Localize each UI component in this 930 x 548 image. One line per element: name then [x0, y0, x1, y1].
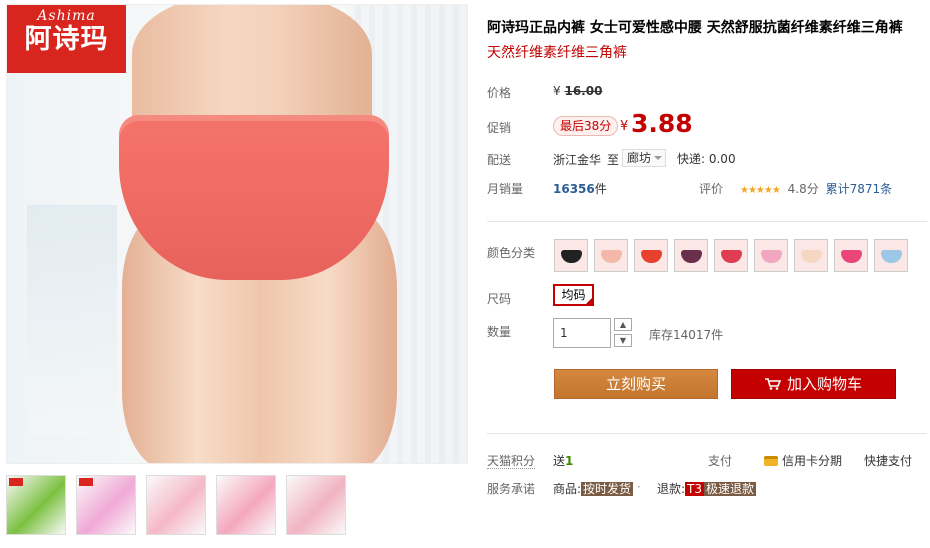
quantity-input[interactable] — [553, 318, 611, 348]
swatch-panty-icon — [801, 250, 822, 263]
quantity-increase-button[interactable]: ▲ — [614, 318, 632, 331]
main-product-image[interactable]: Ashima 阿诗玛 — [6, 4, 468, 464]
chevron-down-icon — [654, 156, 662, 164]
brand-logo: Ashima 阿诗玛 — [7, 5, 126, 73]
rating-stars-icon: ★★★★★ — [740, 185, 781, 196]
swatch-panty-icon — [561, 250, 582, 263]
city-dropdown[interactable]: 廊坊 — [622, 149, 666, 167]
original-price-value: 16.00 — [564, 84, 603, 98]
credit-installment[interactable]: 信用卡分期 — [764, 452, 842, 469]
fast-payment[interactable]: 快捷支付 — [864, 452, 912, 469]
thumbnail-3[interactable] — [146, 475, 206, 535]
buy-now-button[interactable]: 立刻购买 — [554, 369, 718, 399]
service-refund-label: 退款: — [657, 482, 686, 496]
add-to-cart-button[interactable]: 加入购物车 — [731, 369, 896, 399]
points-label-text: 天猫积分 — [487, 454, 536, 469]
swatch-panty-icon — [681, 250, 702, 263]
product-subtitle: 天然纤维素纤维三角裤 — [487, 45, 627, 61]
payment-label: 支付 — [708, 454, 733, 468]
cart-icon — [764, 378, 781, 390]
rating-summary: ★★★★★ 4.8分 累计7871条 — [740, 180, 892, 197]
service-refund-tag[interactable]: 极速退款 — [704, 482, 757, 496]
size-option-selected[interactable]: 均码 — [553, 284, 594, 306]
swatch-panty-icon — [881, 250, 902, 263]
review-count-link[interactable]: 累计7871条 — [826, 182, 893, 196]
stock-count: 库存14017件 — [649, 328, 724, 342]
points-amount: 1 — [565, 454, 574, 468]
color-swatch-1[interactable] — [554, 239, 588, 272]
swatch-panty-icon — [721, 250, 742, 263]
thumbnail-strip — [6, 475, 346, 535]
color-swatch-5[interactable] — [714, 239, 748, 272]
quantity-label: 数量 — [487, 325, 512, 339]
promo-label: 促销 — [487, 121, 512, 135]
service-refund: 退款: T3 极速退款 — [657, 480, 757, 497]
section-divider — [487, 221, 927, 222]
service-goods-tag[interactable]: 按时发货 — [581, 482, 634, 496]
promo-price: 3.88 — [631, 109, 693, 138]
monthly-sales-count: 16356 — [553, 182, 595, 196]
swatch-panty-icon — [641, 250, 662, 263]
color-swatch-9[interactable] — [874, 239, 908, 272]
brand-logo-cn: 阿诗玛 — [24, 24, 109, 55]
color-swatch-3[interactable] — [634, 239, 668, 272]
delivery-label: 配送 — [487, 153, 512, 167]
rating-label: 评价 — [699, 182, 724, 196]
rating-score: 4.8分 — [787, 182, 819, 196]
promo-currency: ¥ — [620, 119, 629, 134]
thumbnail-4[interactable] — [216, 475, 276, 535]
points-value: 送1 — [553, 452, 573, 469]
points-prefix: 送 — [553, 454, 566, 468]
add-to-cart-label: 加入购物车 — [786, 375, 862, 393]
shipping-fee: 快递: 0.00 — [677, 152, 736, 166]
original-price: ¥ 16.00 — [553, 84, 602, 98]
swatch-panty-icon — [601, 250, 622, 263]
background-window — [27, 205, 117, 435]
color-swatch-2[interactable] — [594, 239, 628, 272]
brand-logo-en: Ashima — [37, 8, 96, 24]
quantity-decrease-button[interactable]: ▼ — [614, 334, 632, 347]
thumbnail-5[interactable] — [286, 475, 346, 535]
points-label: 天猫积分 — [487, 452, 536, 469]
service-label: 服务承诺 — [487, 482, 536, 496]
sales-label: 月销量 — [487, 182, 524, 196]
color-swatch-6[interactable] — [754, 239, 788, 272]
thumbnail-logo — [9, 478, 23, 486]
color-swatches — [554, 239, 908, 272]
thumbnail-1[interactable] — [6, 475, 66, 535]
color-swatch-8[interactable] — [834, 239, 868, 272]
monthly-sales: 16356件 — [553, 180, 607, 197]
color-swatch-4[interactable] — [674, 239, 708, 272]
price-label: 价格 — [487, 86, 512, 100]
product-title: 阿诗玛正品内裤 女士可爱性感中腰 天然舒服抗菌纤维素纤维三角裤 — [487, 20, 903, 36]
thumbnail-logo — [79, 478, 93, 486]
color-label: 颜色分类 — [487, 246, 536, 260]
service-goods: 商品: 按时发货 — [553, 480, 634, 497]
section-divider — [487, 433, 927, 434]
credit-installment-label: 信用卡分期 — [782, 454, 843, 468]
original-price-currency: ¥ — [553, 84, 561, 98]
size-option-label: 均码 — [561, 288, 586, 302]
delivery-from: 浙江金华 — [553, 153, 602, 167]
city-dropdown-value: 廊坊 — [627, 151, 652, 165]
size-label: 尺码 — [487, 292, 512, 306]
service-goods-label: 商品: — [553, 482, 582, 496]
promo-countdown-badge: 最后38分 — [553, 116, 619, 136]
monthly-sales-unit: 件 — [594, 182, 607, 196]
service-refund-badge: T3 — [685, 482, 705, 496]
credit-card-icon — [764, 456, 778, 466]
thumbnail-2[interactable] — [76, 475, 136, 535]
swatch-panty-icon — [841, 250, 862, 263]
color-swatch-7[interactable] — [794, 239, 828, 272]
delivery-to-label: 至 — [607, 153, 620, 167]
service-separator: · — [637, 480, 641, 494]
selected-check-icon — [584, 296, 594, 306]
swatch-panty-icon — [761, 250, 782, 263]
